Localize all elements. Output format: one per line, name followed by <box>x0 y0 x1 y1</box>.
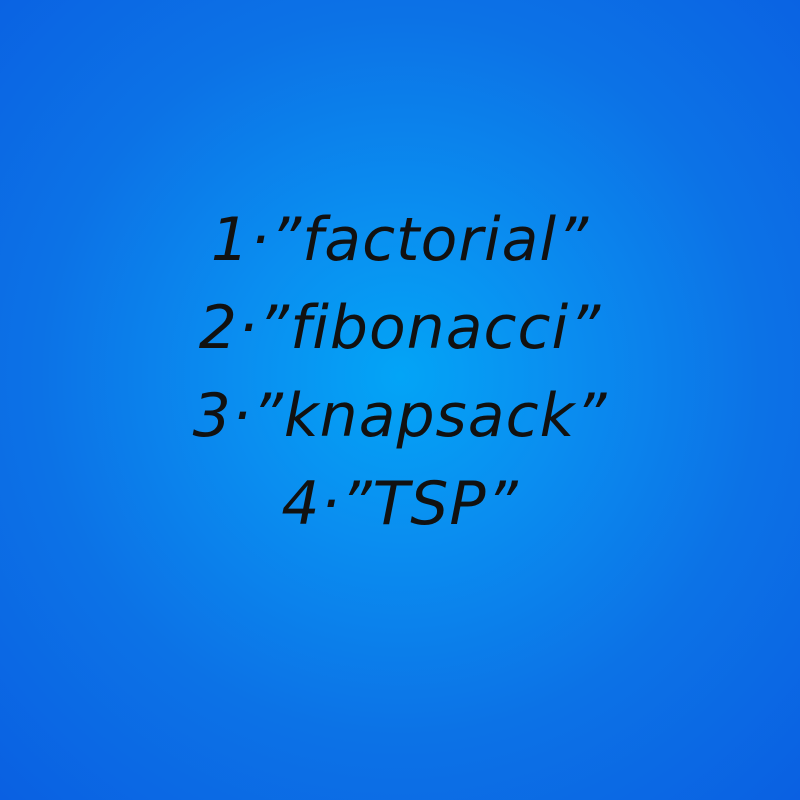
algorithm-list: 1·”factorial” 2·”fibonacci” 3·”knapsack”… <box>0 196 800 548</box>
list-item-fibonacci: 2·”fibonacci” <box>198 293 602 363</box>
slide-canvas: 1·”factorial” 2·”fibonacci” 3·”knapsack”… <box>0 0 800 800</box>
list-item-tsp: 4·”TSP” <box>281 469 519 539</box>
list-item-factorial: 1·”factorial” <box>210 205 590 275</box>
list-item-knapsack: 3·”knapsack” <box>192 381 608 451</box>
